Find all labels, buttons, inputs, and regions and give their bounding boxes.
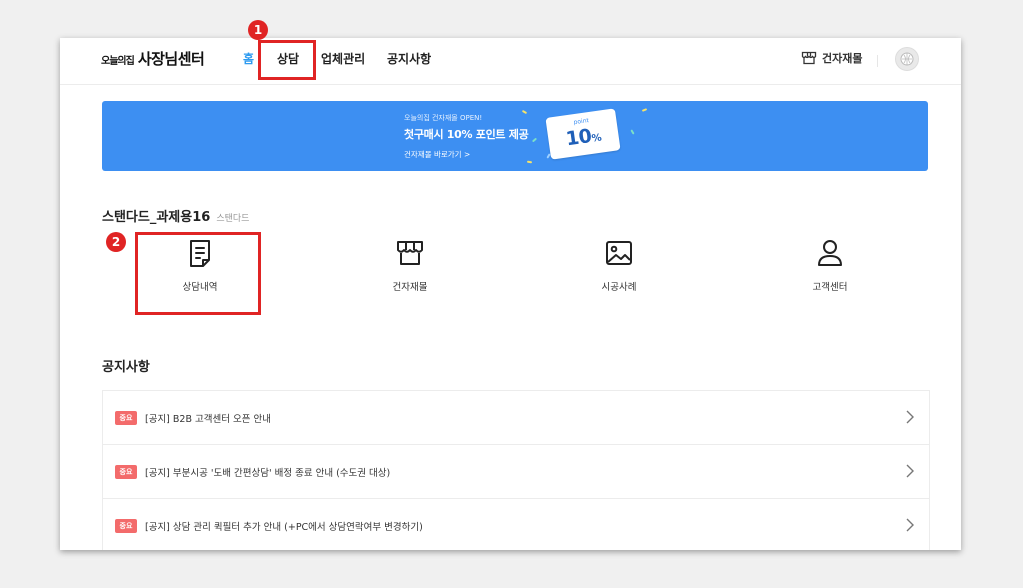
business-name: 스탠다드_과제용16 — [102, 210, 211, 225]
notice-item[interactable]: 중요 [공지] 상담 관리 퀵필터 추가 안내 (+PC에서 상담연락여부 변경… — [103, 499, 929, 550]
chevron-right-icon — [906, 464, 914, 478]
nav-company-management[interactable]: 업체관리 — [321, 50, 365, 67]
person-icon — [818, 240, 842, 266]
business-grade: 스탠다드 — [216, 214, 250, 224]
nav-notices[interactable]: 공지사항 — [387, 50, 431, 67]
step-marker-1: 1 — [248, 20, 268, 40]
notice-text: [공지] B2B 고객센터 오픈 안내 — [145, 413, 271, 425]
store-icon — [801, 51, 817, 65]
menu-label-customer-center: 고객센터 — [812, 282, 848, 293]
menu-construction-cases[interactable]: 시공사례 — [559, 238, 679, 300]
image-icon — [606, 241, 632, 265]
notice-text: [공지] 부분시공 '도배 간편상담' 배정 종료 안내 (수도권 대상) — [145, 467, 391, 479]
promo-banner[interactable]: 오늘의집 건자재몰 OPEN! 첫구매시 10% 포인트 제공 건자재몰 바로가… — [102, 101, 928, 171]
notice-item[interactable]: 중요 [공지] 부분시공 '도배 간편상담' 배정 종료 안내 (수도권 대상) — [103, 445, 929, 499]
notices-heading: 공지사항 — [102, 360, 150, 375]
confetti — [521, 109, 528, 115]
menu-building-materials-mall[interactable]: 건자재몰 — [350, 238, 470, 300]
chevron-right-icon — [906, 410, 914, 424]
business-info: 스탠다드_과제용16 스탠다드 — [102, 206, 249, 225]
building-materials-mall-label: 건자재몰 — [822, 52, 863, 65]
highlight-box-consult-nav — [258, 40, 316, 80]
avatar[interactable] — [895, 47, 919, 71]
logo-small-text: 오늘의집 — [101, 56, 135, 67]
logo[interactable]: 오늘의집 사장님센터 — [101, 48, 205, 70]
step-marker-2: 2 — [106, 232, 126, 252]
store-icon — [397, 241, 423, 265]
logo-title: 사장님센터 — [137, 50, 205, 68]
confetti — [630, 129, 635, 135]
notice-text: [공지] 상담 관리 퀵필터 추가 안내 (+PC에서 상담연락여부 변경하기) — [145, 521, 423, 533]
important-badge: 중요 — [115, 518, 137, 533]
menu-label-construction-cases: 시공사례 — [601, 282, 637, 293]
point-ticket-graphic: point 10% — [545, 108, 621, 160]
confetti — [526, 160, 533, 164]
building-materials-mall-link[interactable]: 건자재몰 — [801, 50, 862, 66]
confetti — [531, 137, 538, 143]
profile-icon — [900, 52, 914, 66]
menu-customer-center[interactable]: 고객센터 — [770, 238, 890, 300]
notice-list: 중요 [공지] B2B 고객센터 오픈 안내 중요 [공지] 부분시공 '도배 … — [102, 390, 930, 550]
nav-home[interactable]: 홈 — [243, 50, 254, 67]
banner-subtitle: 오늘의집 건자재몰 OPEN! — [404, 114, 483, 122]
highlight-box-consult-history — [135, 232, 261, 315]
important-badge: 중요 — [115, 410, 137, 425]
chevron-right-icon — [906, 518, 914, 532]
ticket-number: 10 — [564, 124, 593, 151]
notice-item[interactable]: 중요 [공지] B2B 고객센터 오픈 안내 — [103, 391, 929, 445]
confetti — [641, 108, 648, 112]
menu-label-building-materials-mall: 건자재몰 — [392, 282, 428, 293]
header-divider — [877, 55, 878, 67]
banner-cta[interactable]: 건자재몰 바로가기 > — [404, 149, 470, 160]
banner-title: 첫구매시 10% 포인트 제공 — [404, 128, 529, 141]
important-badge: 중요 — [115, 464, 137, 479]
ticket-unit: % — [591, 132, 602, 145]
top-header: 오늘의집 사장님센터 홈 상담 업체관리 공지사항 건자재몰 — [60, 38, 961, 85]
